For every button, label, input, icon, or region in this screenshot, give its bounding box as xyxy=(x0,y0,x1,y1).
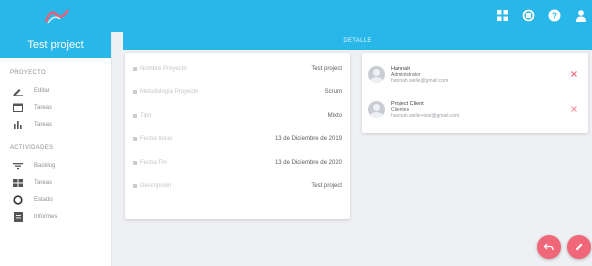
field-icon xyxy=(133,137,137,142)
sidebar-item-backlog[interactable]: Backlog xyxy=(0,157,111,174)
app-logo[interactable] xyxy=(40,6,74,26)
member-item[interactable]: Project Client Clientes hannah.welle+tes… xyxy=(368,92,582,127)
detail-value: Mixto xyxy=(327,112,342,119)
board-icon xyxy=(12,178,24,188)
detail-label: Nombre Proyecto xyxy=(140,65,187,72)
sidebar-item-label: Tareas xyxy=(34,121,53,128)
sidebar-item-editar[interactable]: Editar xyxy=(0,82,111,99)
grid-icon[interactable] xyxy=(495,8,510,23)
sidebar-section-proyecto: Proyecto xyxy=(10,70,46,76)
sidebar-item-estado[interactable]: Estado xyxy=(0,191,111,208)
sidebar-item-tareas-calendar[interactable]: Tareas xyxy=(0,99,111,116)
sort-icon xyxy=(12,161,24,171)
sidebar-item-label: Tareas xyxy=(34,179,53,186)
field-icon xyxy=(133,90,137,95)
top-bar: ? xyxy=(0,0,592,32)
detail-row-tipo: Tipo Mixto xyxy=(133,104,342,128)
detail-value: 13 de Diciembre de 2019 xyxy=(274,136,342,143)
detail-value: Test project xyxy=(311,183,342,190)
sidebar-item-label: Backlog xyxy=(34,162,56,169)
calendar-icon xyxy=(12,103,24,113)
undo-button[interactable] xyxy=(537,235,561,259)
detail-row-nombre: Nombre Proyecto Test project xyxy=(133,57,342,81)
field-icon xyxy=(133,184,137,189)
edit-fab-button[interactable] xyxy=(567,235,591,259)
circle-icon xyxy=(12,194,24,205)
delete-member-icon[interactable] xyxy=(570,105,578,113)
detail-value: 13 de Diciembre de 2020 xyxy=(274,159,342,166)
undo-icon xyxy=(543,238,554,256)
detail-value: Scrum xyxy=(324,89,342,96)
project-title[interactable]: Test project xyxy=(0,32,111,58)
refresh-icon[interactable] xyxy=(521,8,536,23)
detail-label: Tipo xyxy=(140,112,152,119)
member-item[interactable]: Hannah Administrator hannah.welle@gmail.… xyxy=(368,57,582,92)
user-icon[interactable] xyxy=(573,8,588,23)
sidebar-item-label: Informes xyxy=(34,213,58,220)
field-icon xyxy=(133,160,137,165)
members-card: Hannah Administrator hannah.welle@gmail.… xyxy=(362,53,588,133)
detail-label: Metodología Proyecto xyxy=(140,89,199,96)
sidebar-item-tareas-board[interactable]: Tareas xyxy=(0,174,111,191)
sidebar-item-tareas-chart[interactable]: Tareas xyxy=(0,116,111,133)
help-icon[interactable]: ? xyxy=(547,8,562,23)
member-email: hannah.welle@gmail.com xyxy=(391,77,449,84)
sidebar-item-label: Tareas xyxy=(34,104,53,111)
member-email: hannah.welle+test@gmail.com xyxy=(391,112,460,119)
chart-icon xyxy=(12,120,24,130)
field-icon xyxy=(133,66,137,71)
detail-row-metodologia: Metodología Proyecto Scrum xyxy=(133,81,342,105)
sidebar-item-informes[interactable]: Informes xyxy=(0,208,111,225)
detail-header-bar: DETALLE xyxy=(123,32,592,50)
detail-value: Test project xyxy=(311,65,342,72)
delete-member-icon[interactable] xyxy=(570,70,578,78)
detail-row-descripcion: Descripción Test project xyxy=(133,175,342,199)
project-detail-card: Nombre Proyecto Test project Metodología… xyxy=(125,53,350,219)
svg-text:?: ? xyxy=(552,12,557,21)
sidebar-item-label: Estado xyxy=(34,196,53,203)
sidebar-item-label: Editar xyxy=(34,87,50,94)
detail-label: Descripción xyxy=(140,183,172,190)
avatar xyxy=(368,101,385,118)
detail-label: Fecha Inicio xyxy=(140,136,173,143)
report-icon xyxy=(12,211,24,222)
edit-icon xyxy=(12,86,24,96)
detail-label: Fecha Fin xyxy=(140,159,167,166)
sidebar: Test project Proyecto Editar Tareas Tare… xyxy=(0,32,112,266)
pencil-icon xyxy=(575,238,584,256)
field-icon xyxy=(133,113,137,118)
sidebar-section-actividades: Actividades xyxy=(10,145,54,151)
avatar xyxy=(368,66,385,83)
detail-row-fecha-inicio: Fecha Inicio 13 de Diciembre de 2019 xyxy=(133,128,342,152)
detail-row-fecha-fin: Fecha Fin 13 de Diciembre de 2020 xyxy=(133,151,342,175)
